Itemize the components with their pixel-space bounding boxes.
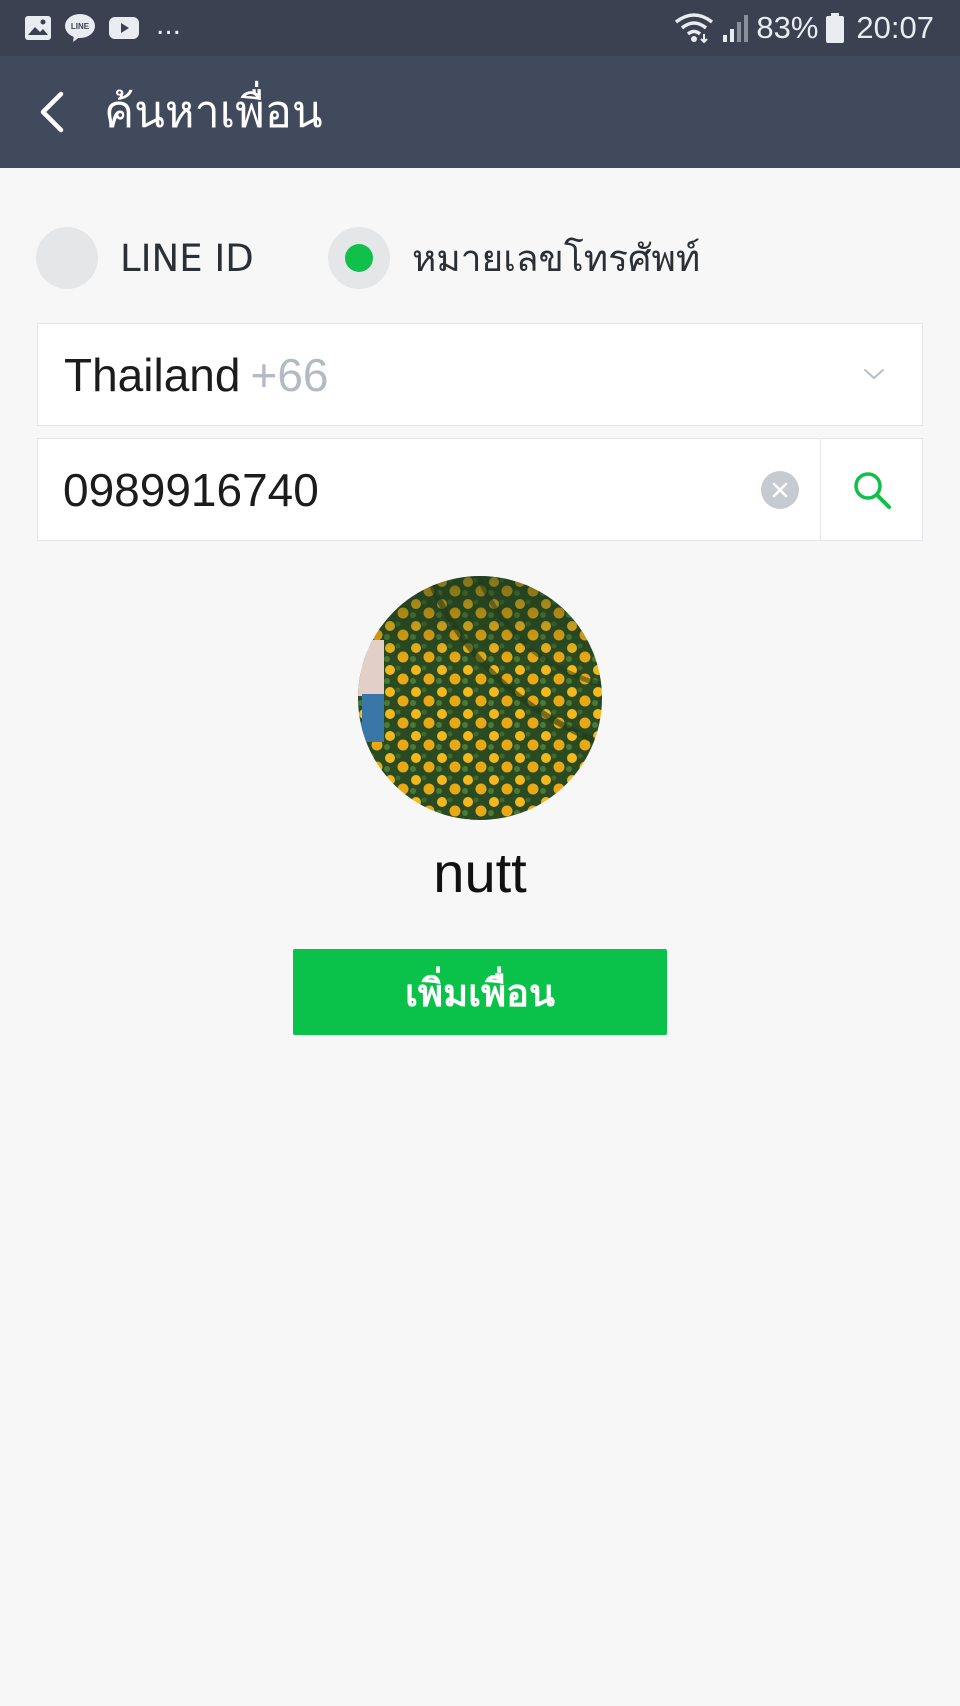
avatar[interactable] (358, 576, 602, 820)
country-name: Thailand (64, 348, 241, 401)
signal-icon (723, 15, 749, 42)
system-status: 83% 20:07 (674, 10, 934, 46)
clock: 20:07 (856, 10, 934, 45)
phone-number-input[interactable] (38, 439, 818, 540)
gallery-icon (25, 16, 51, 40)
app-header: ค้นหาเพื่อน (0, 56, 960, 168)
page-title: ค้นหาเพื่อน (104, 85, 323, 138)
result-name: nutt (433, 841, 527, 904)
radio-line-id[interactable]: LINE ID (36, 226, 254, 290)
clear-input-button[interactable] (761, 471, 799, 509)
phone-search-box (37, 438, 923, 541)
chevron-down-icon (864, 369, 884, 380)
battery-percent: 83% (756, 10, 819, 45)
youtube-icon (109, 17, 139, 39)
avatar-image (358, 576, 602, 820)
country-selector[interactable]: Thailand +66 (37, 323, 923, 426)
radio-label-phone-number: หมายเลขโทรศัพท์ (412, 236, 701, 280)
battery-icon (826, 13, 845, 43)
status-bar: LINE ... 83% 20:07 (0, 0, 960, 56)
radio-label-line-id: LINE ID (120, 236, 254, 280)
notification-icons: LINE ... (24, 8, 181, 44)
add-friend-button[interactable]: เพิ่มเพื่อน (293, 949, 667, 1035)
country-code: +66 (250, 348, 329, 401)
line-icon: LINE (65, 14, 95, 42)
svg-text:LINE: LINE (71, 22, 90, 31)
search-type-selector: LINE ID หมายเลขโทรศัพท์ (36, 226, 924, 290)
search-button[interactable] (820, 439, 922, 540)
back-button[interactable] (24, 84, 80, 140)
more-notifications-indicator: ... (156, 8, 182, 41)
radio-phone-number[interactable]: หมายเลขโทรศัพท์ (328, 226, 700, 290)
clear-icon (772, 482, 788, 498)
wifi-icon (675, 13, 714, 44)
radio-selected-dot (345, 244, 373, 272)
back-arrow-icon (40, 91, 64, 133)
radio-circle-selected[interactable] (328, 227, 390, 289)
radio-circle[interactable] (36, 227, 98, 289)
search-icon (853, 471, 891, 509)
